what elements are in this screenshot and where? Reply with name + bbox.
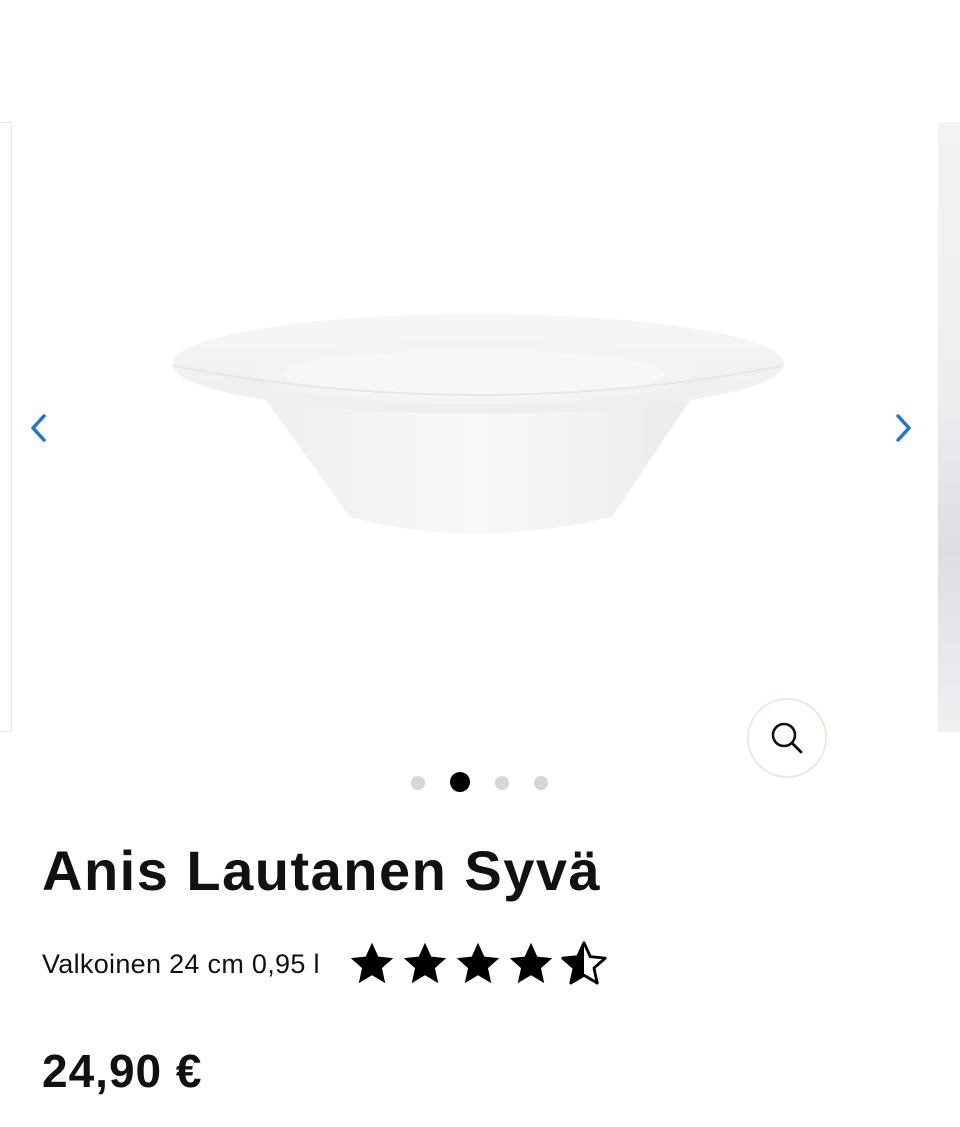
star-icon [456,942,499,984]
product-price: 24,90 € [42,1045,203,1097]
chevron-left-icon [31,414,46,442]
star-icon [403,942,446,984]
product-image-slide[interactable] [12,122,938,732]
zoom-button[interactable] [747,698,827,778]
rating-stars[interactable] [346,938,611,990]
carousel-dot-3[interactable] [495,776,509,790]
product-title: Anis Lautanen Syvä [42,839,602,902]
product-variant: Valkoinen 24 cm 0,95 l [42,948,320,979]
magnifier-icon [771,722,803,754]
product-image-carousel[interactable] [0,0,960,810]
half-star-icon [561,941,607,985]
carousel-dot-2-active[interactable] [450,772,470,792]
carousel-dot-1[interactable] [411,776,425,790]
product-page: Anis Lautanen Syvä Valkoinen 24 cm 0,95 … [0,0,960,1127]
product-image-bowl [172,314,784,534]
previous-slide-peek[interactable] [0,122,12,732]
carousel-dot-4[interactable] [534,776,548,790]
previous-image-button[interactable] [18,408,58,448]
carousel-pagination [0,772,960,792]
next-slide-peek[interactable] [938,122,960,732]
chevron-right-icon [896,414,911,442]
product-variant-row: Valkoinen 24 cm 0,95 l [42,936,611,992]
next-image-button[interactable] [884,408,924,448]
star-icon [509,942,552,984]
star-icon [350,942,393,984]
